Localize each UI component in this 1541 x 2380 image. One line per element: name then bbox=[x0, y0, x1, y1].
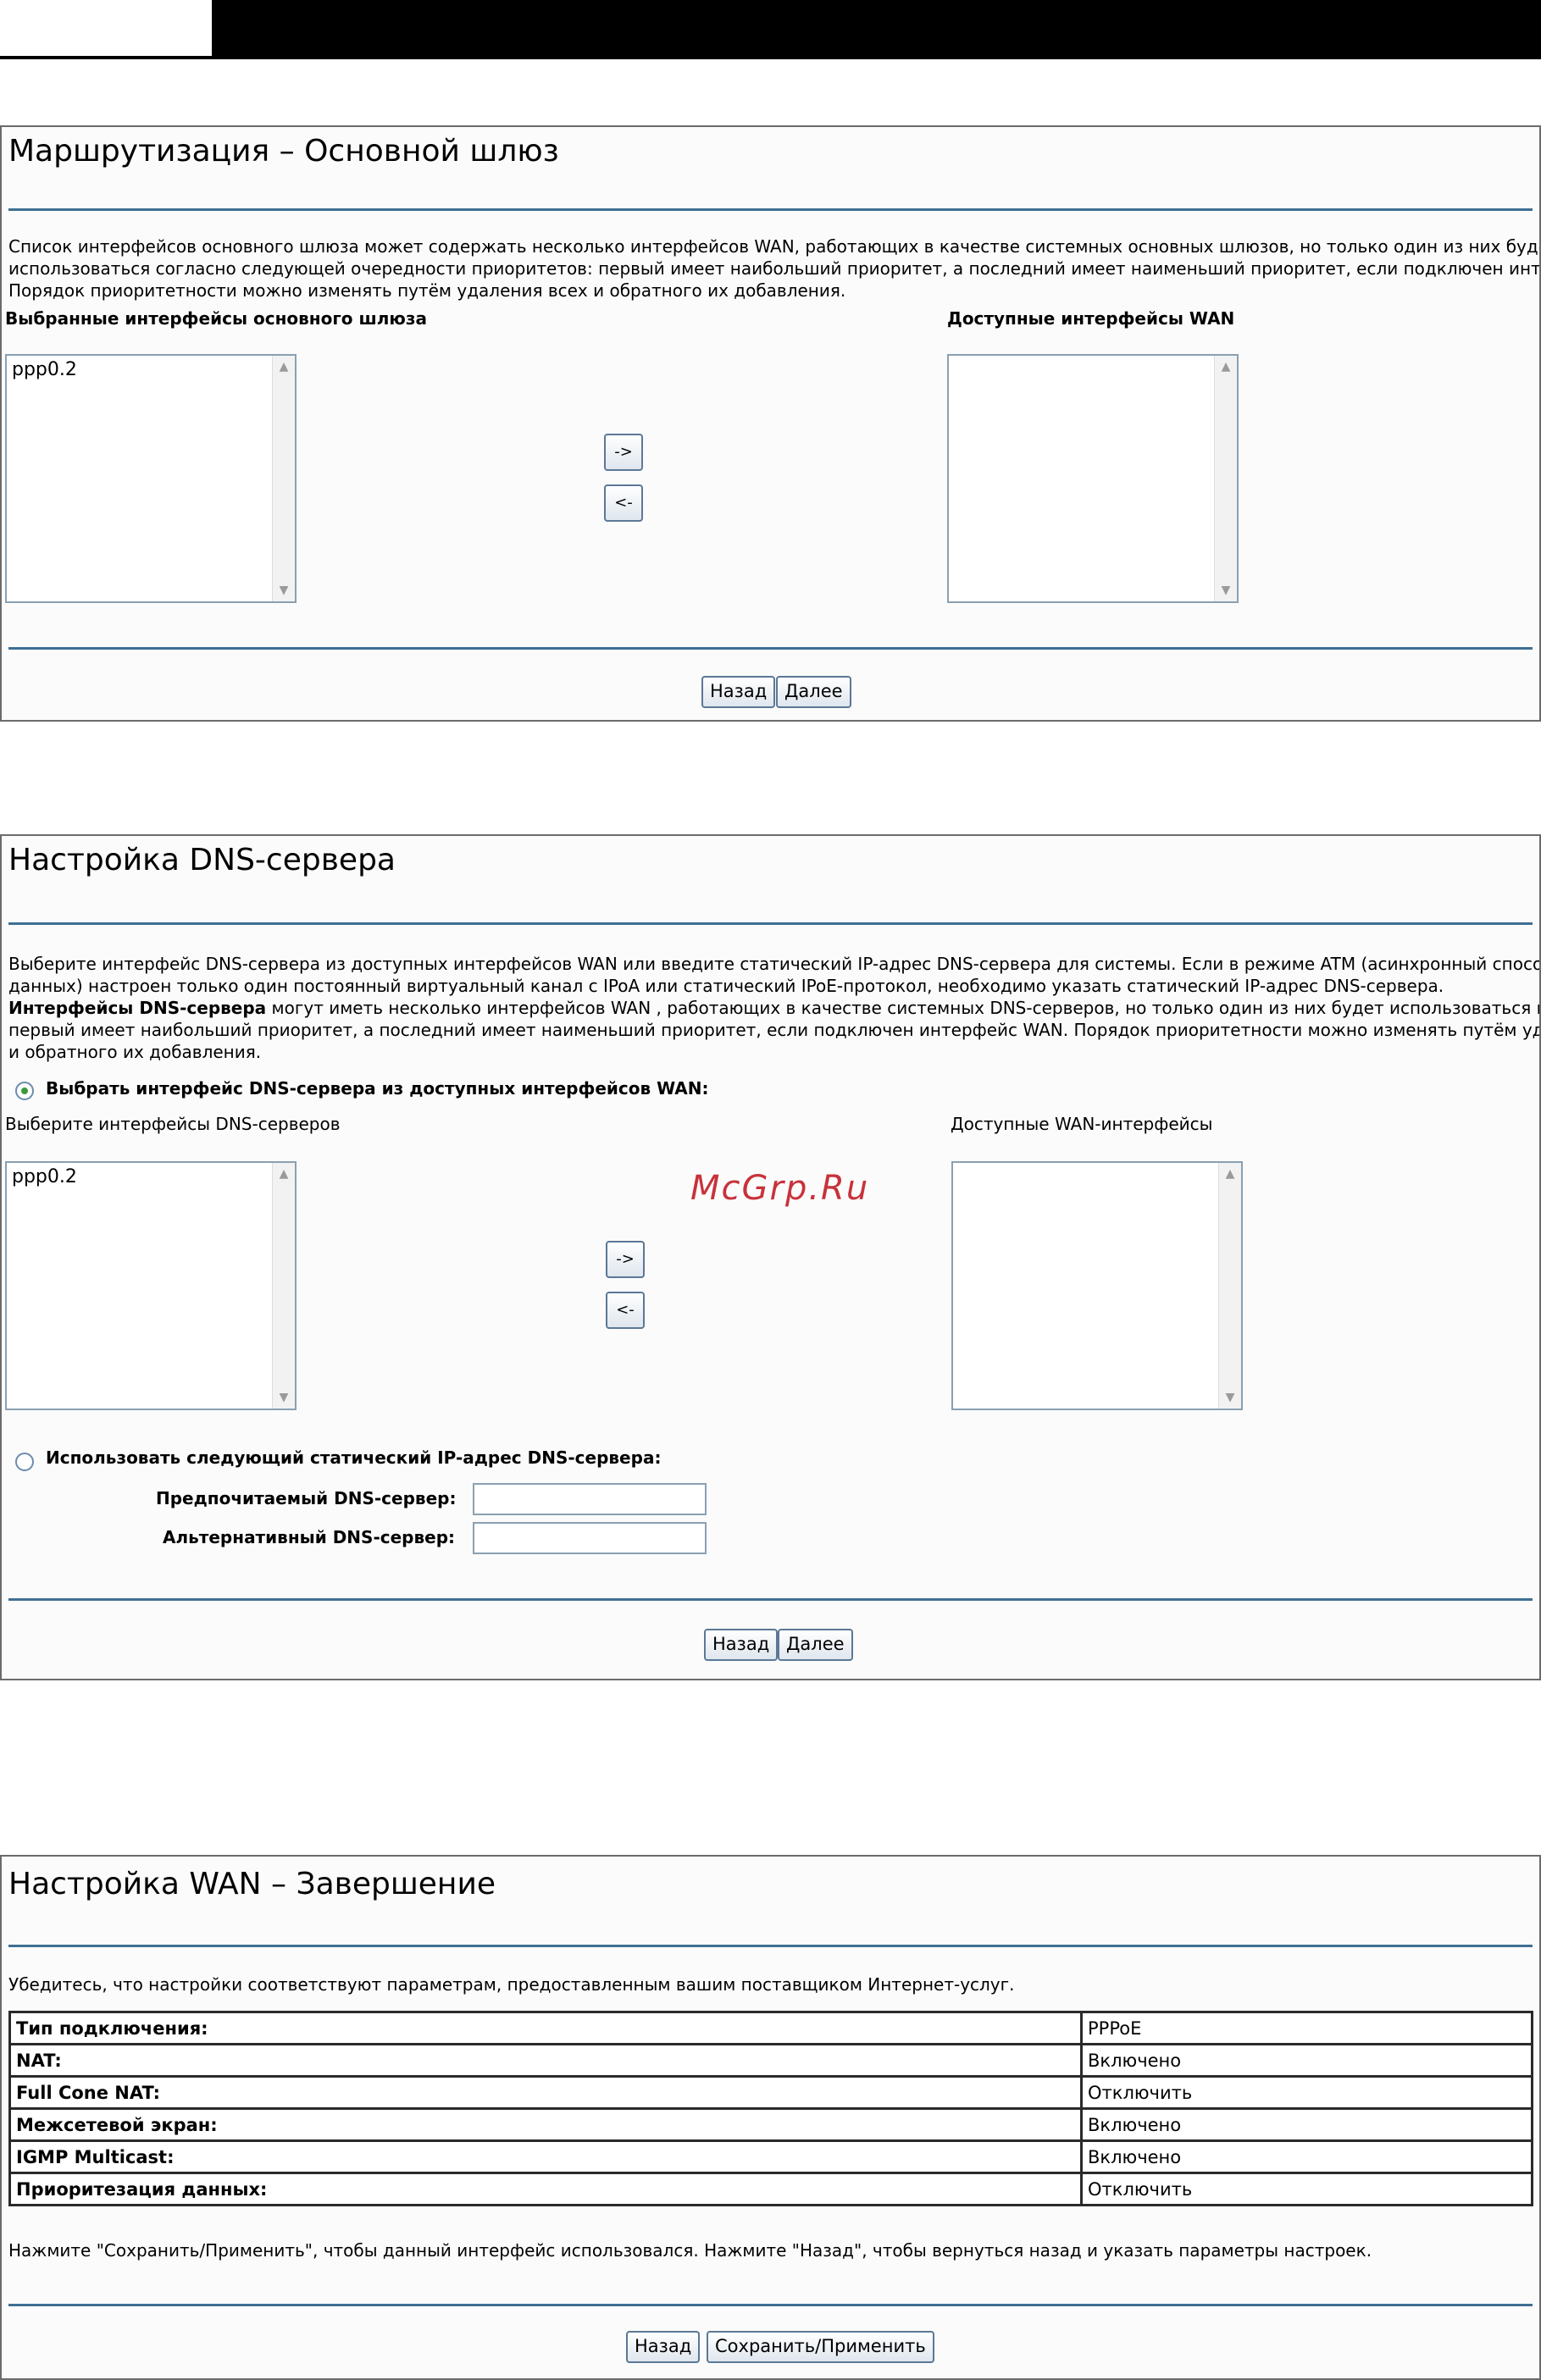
selected-dns-label: Выберите интерфейсы DNS-серверов bbox=[5, 1114, 341, 1134]
table-row: Приоритезация данных: Отключить bbox=[8, 2172, 1533, 2206]
list-item[interactable]: ppp0.2 bbox=[12, 1166, 77, 1187]
alternate-dns-input[interactable] bbox=[473, 1522, 707, 1554]
move-right-button[interactable]: -> bbox=[606, 1241, 645, 1278]
select-interface-radio-label: Выбрать интерфейс DNS-сервера из доступн… bbox=[46, 1078, 709, 1099]
top-bar bbox=[0, 0, 1541, 59]
scroll-down-icon[interactable]: ▼ bbox=[1217, 581, 1234, 600]
dns-interfaces-term: Интерфейсы DNS-сервера bbox=[8, 998, 267, 1018]
scrollbar[interactable]: ▲ ▼ bbox=[272, 356, 295, 601]
static-dns-radio[interactable] bbox=[15, 1453, 34, 1471]
description-text: могут иметь несколько интерфейсов WAN , … bbox=[266, 998, 1539, 1018]
available-wan-list[interactable]: ▲ ▼ bbox=[951, 1161, 1243, 1410]
description-line: данных) настроен только один постоянный … bbox=[8, 976, 1444, 996]
back-button[interactable]: Назад bbox=[701, 676, 776, 708]
table-row: IGMP Multicast: Включено bbox=[8, 2139, 1533, 2174]
scrollbar[interactable]: ▲ ▼ bbox=[272, 1163, 295, 1409]
description-line: первый имеет наибольший приоритет, а пос… bbox=[8, 1020, 1539, 1040]
save-apply-button[interactable]: Сохранить/Применить bbox=[707, 2331, 934, 2363]
row-value: Отключить bbox=[1080, 2172, 1533, 2206]
row-key: Тип подключения: bbox=[8, 2011, 1083, 2045]
select-interface-radio[interactable] bbox=[15, 1082, 34, 1100]
description-line: и обратного их добавления. bbox=[8, 1042, 262, 1062]
scroll-up-icon[interactable]: ▲ bbox=[275, 1165, 292, 1183]
scroll-down-icon[interactable]: ▼ bbox=[275, 1388, 292, 1407]
table-row: NAT: Включено bbox=[8, 2043, 1533, 2078]
scrollbar[interactable]: ▲ ▼ bbox=[1214, 356, 1237, 601]
row-key: NAT: bbox=[8, 2043, 1083, 2078]
default-gateway-panel: Маршрутизация – Основной шлюз Список инт… bbox=[0, 125, 1541, 722]
row-value: Отключить bbox=[1080, 2075, 1533, 2110]
move-right-button[interactable]: -> bbox=[604, 434, 643, 471]
page-title: Настройка WAN – Завершение bbox=[8, 1867, 496, 1901]
available-interfaces-list[interactable]: ▲ ▼ bbox=[947, 354, 1239, 603]
page-title: Настройка DNS-сервера bbox=[8, 843, 396, 877]
divider bbox=[8, 922, 1533, 925]
next-button[interactable]: Далее bbox=[778, 1629, 853, 1661]
scroll-down-icon[interactable]: ▼ bbox=[275, 581, 292, 600]
watermark: McGrp.Ru bbox=[690, 1169, 870, 1208]
move-left-button[interactable]: <- bbox=[604, 484, 643, 522]
row-key: Приоритезация данных: bbox=[8, 2172, 1083, 2206]
divider bbox=[8, 1945, 1533, 1947]
top-bar-tab bbox=[0, 0, 212, 56]
description-line: Интерфейсы DNS-сервера могут иметь неско… bbox=[8, 997, 1539, 1019]
description-line: Порядок приоритетности можно изменять пу… bbox=[8, 280, 846, 301]
divider bbox=[8, 647, 1533, 650]
description-line: Список интерфейсов основного шлюза может… bbox=[8, 236, 1539, 257]
description-line: использоваться согласно следующей очеред… bbox=[8, 258, 1539, 279]
available-wan-label: Доступные WAN-интерфейсы bbox=[951, 1114, 1213, 1134]
list-item[interactable]: ppp0.2 bbox=[12, 359, 77, 380]
scroll-up-icon[interactable]: ▲ bbox=[1217, 357, 1234, 376]
scroll-up-icon[interactable]: ▲ bbox=[1222, 1165, 1239, 1183]
row-value: Включено bbox=[1080, 2043, 1533, 2078]
back-button[interactable]: Назад bbox=[704, 1629, 779, 1661]
move-left-button[interactable]: <- bbox=[606, 1292, 645, 1329]
row-value: PPPoE bbox=[1080, 2011, 1533, 2045]
divider bbox=[8, 1598, 1533, 1601]
row-value: Включено bbox=[1080, 2107, 1533, 2142]
preferred-dns-label: Предпочитаемый DNS-сервер: bbox=[156, 1488, 457, 1508]
selected-dns-list[interactable]: ppp0.2 ▲ ▼ bbox=[5, 1161, 297, 1410]
scroll-down-icon[interactable]: ▼ bbox=[1222, 1388, 1239, 1407]
description-line: Убедитесь, что настройки соответствуют п… bbox=[8, 1974, 1015, 1995]
row-key: Межсетевой экран: bbox=[8, 2107, 1083, 2142]
divider bbox=[8, 2304, 1533, 2306]
table-row: Межсетевой экран: Включено bbox=[8, 2107, 1533, 2142]
alternate-dns-label: Альтернативный DNS-сервер: bbox=[163, 1527, 456, 1547]
back-button[interactable]: Назад bbox=[626, 2331, 701, 2363]
save-note: Нажмите "Сохранить/Применить", чтобы дан… bbox=[8, 2240, 1372, 2261]
summary-table: Тип подключения: PPPoE NAT: Включено Full … bbox=[8, 2011, 1533, 2206]
preferred-dns-input[interactable] bbox=[473, 1483, 707, 1515]
static-dns-radio-label: Использовать следующий статический IP-ад… bbox=[46, 1447, 662, 1468]
selected-interfaces-list[interactable]: ppp0.2 ▲ ▼ bbox=[5, 354, 297, 603]
dns-server-panel: Настройка DNS-сервера Выберите интерфейс… bbox=[0, 834, 1541, 1680]
table-row: Full Cone NAT: Отключить bbox=[8, 2075, 1533, 2110]
row-value: Включено bbox=[1080, 2139, 1533, 2174]
scrollbar[interactable]: ▲ ▼ bbox=[1218, 1163, 1241, 1409]
row-key: Full Cone NAT: bbox=[8, 2075, 1083, 2110]
divider bbox=[8, 208, 1533, 211]
row-key: IGMP Multicast: bbox=[8, 2139, 1083, 2174]
scroll-up-icon[interactable]: ▲ bbox=[275, 357, 292, 376]
description-line: Выберите интерфейс DNS-сервера из доступ… bbox=[8, 954, 1539, 974]
next-button[interactable]: Далее bbox=[776, 676, 851, 708]
available-interfaces-label: Доступные интерфейсы WAN bbox=[947, 308, 1235, 329]
wan-complete-panel: Настройка WAN – Завершение Убедитесь, чт… bbox=[0, 1855, 1541, 2380]
page-title: Маршрутизация – Основной шлюз bbox=[8, 134, 559, 169]
table-row: Тип подключения: PPPoE bbox=[8, 2011, 1533, 2045]
selected-interfaces-label: Выбранные интерфейсы основного шлюза bbox=[5, 308, 427, 329]
